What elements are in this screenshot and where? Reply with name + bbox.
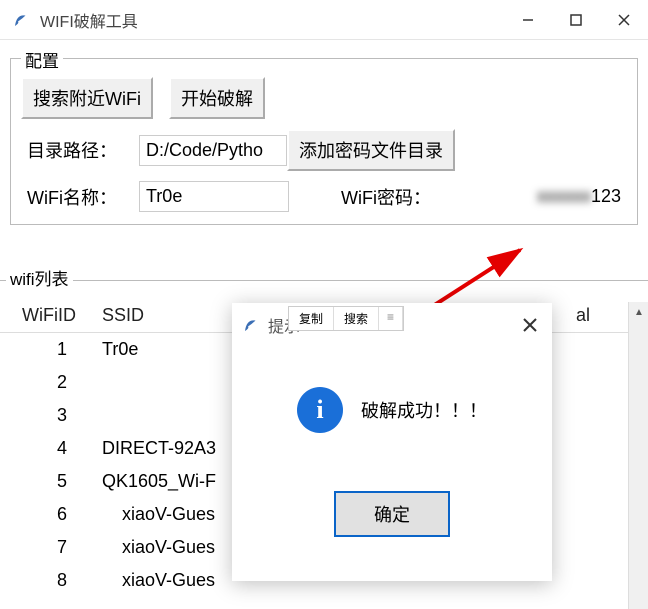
search-wifi-button[interactable]: 搜索附近WiFi: [21, 77, 153, 119]
dialog-icon: [242, 316, 260, 334]
context-toolbar: 复制 搜索 ≡: [288, 306, 404, 331]
window-title: WIFI破解工具: [40, 8, 504, 32]
titlebar: WIFI破解工具: [0, 0, 648, 40]
ctx-more-icon[interactable]: ≡: [379, 307, 403, 330]
alert-dialog: 提示 i 破解成功！！！ 确定: [232, 303, 552, 581]
pwd-tail: 123: [591, 186, 621, 206]
scroll-up-icon[interactable]: ▲: [629, 302, 648, 322]
minimize-button[interactable]: [504, 0, 552, 40]
header-signal[interactable]: al: [576, 305, 636, 326]
vertical-scrollbar[interactable]: ▲: [628, 302, 648, 609]
pwd-hidden: xxxxxx: [537, 186, 591, 207]
ok-button[interactable]: 确定: [334, 491, 450, 537]
ctx-search[interactable]: 搜索: [334, 307, 379, 330]
config-legend: 配置: [21, 47, 63, 72]
start-crack-button[interactable]: 开始破解: [169, 77, 265, 119]
maximize-button[interactable]: [552, 0, 600, 40]
ctx-copy[interactable]: 复制: [289, 307, 334, 330]
wifi-name-field[interactable]: Tr0e: [139, 181, 289, 212]
path-label: 目录路径：: [21, 135, 123, 165]
dialog-close-button[interactable]: [508, 303, 552, 347]
config-group: 配置 搜索附近WiFi 开始破解 目录路径： D:/Code/Pytho 添加密…: [10, 58, 638, 225]
wifi-name-label: WiFi名称：: [21, 182, 123, 212]
wifi-pwd-label: WiFi密码：: [335, 182, 437, 212]
info-icon: i: [297, 387, 343, 433]
header-wifiid[interactable]: WiFiID: [12, 305, 102, 326]
dialog-message: 破解成功！！！: [361, 397, 487, 423]
wifi-list-legend: wifi列表: [6, 265, 73, 290]
path-field[interactable]: D:/Code/Pytho: [139, 135, 287, 166]
add-dict-button[interactable]: 添加密码文件目录: [287, 129, 455, 171]
app-icon: [12, 11, 30, 29]
close-button[interactable]: [600, 0, 648, 40]
wifi-pwd-field[interactable]: xxxxxx123: [453, 182, 627, 211]
